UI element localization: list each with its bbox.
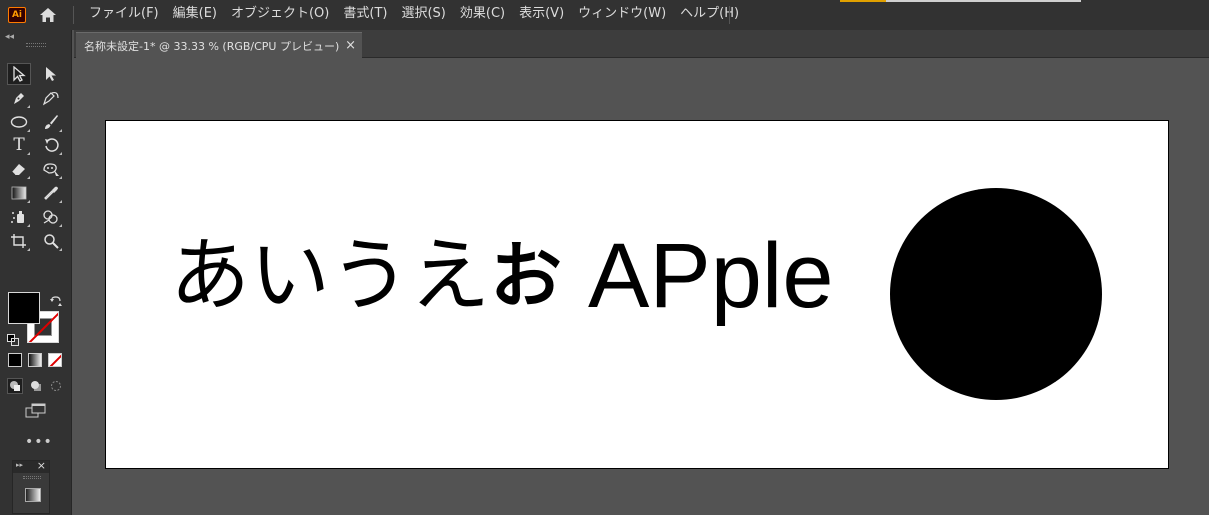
brush-icon <box>45 115 58 129</box>
draw-behind-button[interactable] <box>28 378 44 394</box>
zoom-tool[interactable] <box>39 230 63 252</box>
gradient-mini-panel: ▸▸ × <box>12 459 50 514</box>
pen-icon <box>14 93 24 104</box>
direct-selection-tool[interactable] <box>39 63 63 85</box>
menu-divider <box>729 6 730 24</box>
close-icon[interactable]: × <box>345 38 356 53</box>
none-color-icon <box>49 354 61 366</box>
close-icon[interactable]: × <box>37 459 46 472</box>
menu-bar: Ai ファイル(F) 編集(E) オブジェクト(O) 書式(T) 選択(S) 効… <box>0 0 1209 30</box>
panel-grip[interactable] <box>23 476 41 479</box>
menu-window[interactable]: ウィンドウ(W) <box>571 0 673 30</box>
art-text[interactable]: あいうえお APple <box>170 226 834 346</box>
art-text-hiragana-bold[interactable]: お <box>490 226 562 326</box>
art-circle[interactable] <box>890 188 1102 400</box>
search-field[interactable] <box>886 0 1081 2</box>
ellipse-tool[interactable] <box>7 111 31 133</box>
draw-inside-button[interactable] <box>48 378 64 394</box>
ellipse-icon <box>10 116 28 128</box>
shape-builder-tool[interactable] <box>39 206 63 228</box>
expand-icon[interactable]: ▸▸ <box>16 461 23 469</box>
draw-normal-button[interactable] <box>7 378 23 394</box>
gradient-panel-icon[interactable] <box>25 488 41 502</box>
gradient-mode-button[interactable] <box>28 353 42 367</box>
eyedropper-icon <box>44 186 58 200</box>
illustrator-window: Ai ファイル(F) 編集(E) オブジェクト(O) 書式(T) 選択(S) 効… <box>0 0 1209 515</box>
home-icon[interactable] <box>38 6 58 24</box>
eraser-tool[interactable] <box>7 158 31 180</box>
app-logo[interactable]: Ai <box>8 7 26 23</box>
puppet-warp-icon <box>43 163 59 176</box>
canvas-area[interactable]: あいうえお APple <box>74 59 1209 515</box>
document-tab-bar: 名称未設定-1* @ 33.33 % (RGB/CPU プレビュー) × <box>74 30 1209 58</box>
symbol-sprayer-tool[interactable] <box>7 206 31 228</box>
menu-type[interactable]: 書式(T) <box>336 0 394 30</box>
swap-fill-stroke-icon[interactable] <box>50 292 62 311</box>
color-mode-button[interactable] <box>8 353 22 367</box>
type-tool[interactable]: T <box>7 134 31 156</box>
tools-panel: ◂◂ T ••• ▸▸ × <box>0 30 72 515</box>
screen-mode-button[interactable] <box>25 403 47 423</box>
shape-builder-icon <box>43 210 58 224</box>
zoom-icon <box>44 234 59 249</box>
workspace-accent <box>840 0 886 2</box>
rotate-tool[interactable] <box>39 134 63 156</box>
arrow-filled-icon <box>46 67 56 81</box>
menu-effect[interactable]: 効果(C) <box>453 0 512 30</box>
puppet-warp-tool[interactable] <box>39 158 63 180</box>
document-tab-title: 名称未設定-1* @ 33.33 % (RGB/CPU プレビュー) <box>84 39 340 53</box>
arrow-hollow-icon <box>13 66 26 82</box>
curvature-tool[interactable] <box>39 87 63 109</box>
collapse-icon[interactable]: ◂◂ <box>5 32 14 42</box>
gradient-icon <box>11 186 27 200</box>
menu-view[interactable]: 表示(V) <box>512 0 571 30</box>
menu-select[interactable]: 選択(S) <box>394 0 452 30</box>
edit-toolbar-icon[interactable]: ••• <box>25 434 53 450</box>
rotate-icon <box>45 138 59 152</box>
gradient-tool[interactable] <box>7 182 31 204</box>
menu-file[interactable]: ファイル(F) <box>82 0 166 30</box>
menu-help[interactable]: ヘルプ(H) <box>673 0 746 30</box>
draw-behind-icon <box>31 381 41 391</box>
pen-tool[interactable] <box>7 87 31 109</box>
draw-normal-icon <box>10 381 20 391</box>
selection-tool[interactable] <box>7 63 31 85</box>
curvature-pen-icon <box>42 91 59 106</box>
menu-items: ファイル(F) 編集(E) オブジェクト(O) 書式(T) 選択(S) 効果(C… <box>82 0 746 30</box>
menu-divider <box>73 6 74 24</box>
symbol-sprayer-icon <box>11 211 24 223</box>
menu-object[interactable]: オブジェクト(O) <box>224 0 336 30</box>
paintbrush-tool[interactable] <box>39 111 63 133</box>
artboard[interactable]: あいうえお APple <box>105 120 1169 469</box>
panel-grip[interactable] <box>26 43 46 47</box>
none-mode-button[interactable] <box>48 353 62 367</box>
draw-inside-icon <box>51 381 61 391</box>
artboard-icon <box>11 234 26 248</box>
artboard-tool[interactable] <box>7 230 31 252</box>
eyedropper-tool[interactable] <box>39 182 63 204</box>
art-text-latin[interactable]: APple <box>588 226 834 326</box>
eraser-icon <box>11 164 25 176</box>
fill-swatch[interactable] <box>8 292 40 324</box>
type-icon: T <box>13 135 25 155</box>
document-tab[interactable]: 名称未設定-1* @ 33.33 % (RGB/CPU プレビュー) × <box>76 32 362 58</box>
default-colors-icon[interactable] <box>7 331 19 350</box>
mini-panel-header[interactable]: ▸▸ × <box>13 459 49 473</box>
menu-edit[interactable]: 編集(E) <box>166 0 224 30</box>
screen-mode-icon <box>25 403 46 418</box>
art-text-hiragana[interactable]: あいうえ <box>170 226 490 326</box>
